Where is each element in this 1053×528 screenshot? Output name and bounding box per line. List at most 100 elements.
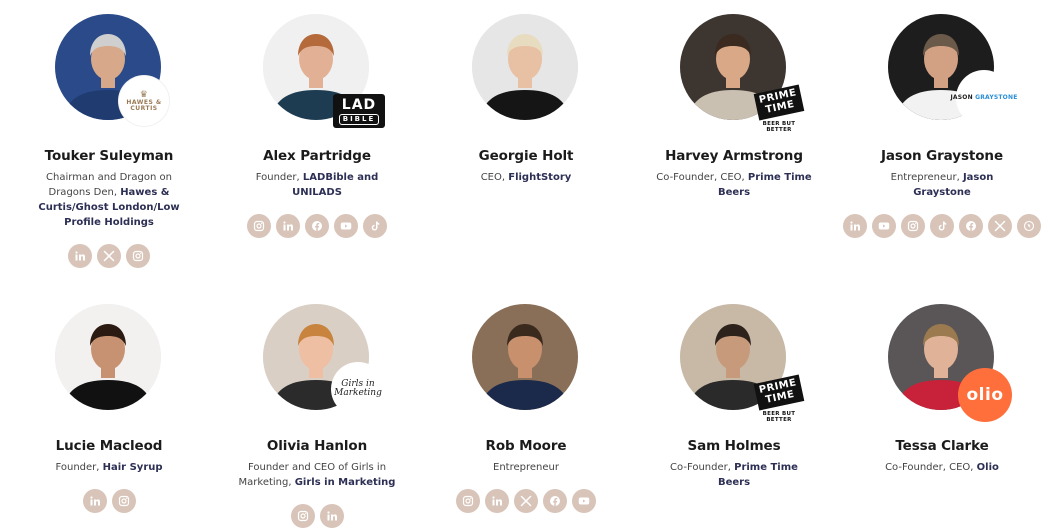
social-links xyxy=(213,214,421,238)
youtube-icon xyxy=(878,220,890,232)
facebook-icon xyxy=(549,495,561,507)
instagram-link[interactable] xyxy=(456,489,480,513)
youtube-icon xyxy=(340,220,352,232)
facebook-icon xyxy=(965,220,977,232)
role-text: Co-Founder, CEO, xyxy=(656,172,748,183)
speaker-role: Chairman and Dragon on Dragons Den, Hawe… xyxy=(29,170,189,230)
olio-logo: olio xyxy=(958,368,1012,422)
company-name: LADBible and UNILADS xyxy=(292,172,379,198)
instagram-icon xyxy=(253,220,265,232)
youtube-link[interactable] xyxy=(572,489,596,513)
speaker-role: Entrepreneur, Jason Graystone xyxy=(862,170,1022,200)
speaker-name: Lucie Macleod xyxy=(55,438,163,454)
x-icon xyxy=(103,250,115,262)
youtube-icon xyxy=(578,495,590,507)
instagram-icon xyxy=(118,495,130,507)
girls-in-marketing-logo: Girls in Marketing xyxy=(331,362,385,416)
linkedin-icon xyxy=(849,220,861,232)
linkedin-link[interactable] xyxy=(319,504,344,528)
speaker-card: Georgie Holt CEO, FlightStory xyxy=(422,14,630,185)
role-text: CEO, xyxy=(480,172,509,183)
avatar: ♛ HAWES & CURTIS xyxy=(55,14,169,126)
social-links xyxy=(838,214,1046,238)
linkedin-link[interactable] xyxy=(843,214,867,238)
website-link[interactable] xyxy=(1017,214,1041,238)
role-text: Founder, xyxy=(255,172,303,183)
speaker-card: PRIME TIME BEER BUT BETTER Sam Holmes Co-F… xyxy=(630,304,838,490)
avatar: LAD BIBLE xyxy=(263,14,385,128)
avatar: Girls in Marketing xyxy=(263,304,385,416)
instagram-link[interactable] xyxy=(901,214,925,238)
role-text: Co-Founder, CEO, xyxy=(885,462,977,473)
linkedin-link[interactable] xyxy=(82,489,107,513)
x-icon xyxy=(520,495,532,507)
linkedin-icon xyxy=(491,495,503,507)
x-link[interactable] xyxy=(988,214,1012,238)
instagram-link[interactable] xyxy=(111,489,136,513)
portrait-photo xyxy=(472,304,578,410)
speaker-card: Girls in Marketing Olivia Hanlon Founder … xyxy=(213,304,421,528)
website-icon xyxy=(1023,220,1035,232)
ladbible-logo: LAD BIBLE xyxy=(333,94,385,128)
linkedin-link[interactable] xyxy=(276,214,300,238)
speaker-role: Founder, LADBible and UNILADS xyxy=(237,170,397,200)
linkedin-icon xyxy=(282,220,294,232)
instagram-link[interactable] xyxy=(126,244,150,268)
linkedin-link[interactable] xyxy=(68,244,92,268)
speaker-card: LAD BIBLE Alex Partridge Founder, LADBibl… xyxy=(213,14,421,238)
linkedin-link[interactable] xyxy=(485,489,509,513)
role-text: Entrepreneur, xyxy=(890,172,963,183)
role-text: Co-Founder, xyxy=(670,462,735,473)
instagram-icon xyxy=(132,250,144,262)
speaker-name: Alex Partridge xyxy=(263,148,371,164)
avatar: JASON GRAYSTONE xyxy=(888,14,1017,126)
speaker-role: CEO, FlightStory xyxy=(446,170,606,185)
instagram-icon xyxy=(907,220,919,232)
instagram-link[interactable] xyxy=(247,214,271,238)
avatar xyxy=(472,14,580,122)
linkedin-icon xyxy=(74,250,86,262)
speaker-card: PRIME TIME BEER BUT BETTER Harvey Armstron… xyxy=(630,14,838,200)
speaker-role: Co-Founder, CEO, Prime Time Beers xyxy=(654,170,814,200)
speaker-name: Olivia Hanlon xyxy=(266,438,368,454)
prime-time-logo: PRIME TIME BEER BUT BETTER xyxy=(750,374,808,426)
speaker-card: Lucie Macleod Founder, Hair Syrup xyxy=(5,304,213,513)
facebook-link[interactable] xyxy=(959,214,983,238)
facebook-link[interactable] xyxy=(543,489,567,513)
social-links xyxy=(5,489,213,513)
speaker-name: Rob Moore xyxy=(485,438,567,454)
x-link[interactable] xyxy=(514,489,538,513)
tiktok-link[interactable] xyxy=(363,214,387,238)
avatar xyxy=(55,304,163,412)
facebook-icon xyxy=(311,220,323,232)
speaker-card: JASON GRAYSTONE Jason Graystone Entrepre… xyxy=(838,14,1046,238)
speaker-name: Georgie Holt xyxy=(478,148,574,164)
company-logo: ♛ HAWES & CURTIS xyxy=(119,76,169,126)
speaker-role: Entrepreneur xyxy=(446,460,606,475)
company-name: Olio xyxy=(976,462,999,473)
instagram-icon xyxy=(462,495,474,507)
speaker-grid: ♛ HAWES & CURTIS Touker Suleyman Chairman… xyxy=(0,0,1053,528)
x-link[interactable] xyxy=(97,244,121,268)
speaker-role: Founder and CEO of Girls in Marketing, G… xyxy=(237,460,397,490)
facebook-link[interactable] xyxy=(305,214,329,238)
x-icon xyxy=(994,220,1006,232)
social-links xyxy=(5,244,213,268)
linkedin-icon xyxy=(89,495,101,507)
youtube-link[interactable] xyxy=(334,214,358,238)
youtube-link[interactable] xyxy=(872,214,896,238)
avatar: PRIME TIME BEER BUT BETTER xyxy=(680,304,805,422)
speaker-role: Co-Founder, Prime Time Beers xyxy=(654,460,814,490)
tiktok-link[interactable] xyxy=(930,214,954,238)
speaker-card: olio Tessa Clarke Co-Founder, CEO, Olio xyxy=(838,304,1046,475)
tiktok-icon xyxy=(936,220,948,232)
speaker-name: Harvey Armstrong xyxy=(665,148,803,164)
speaker-name: Sam Holmes xyxy=(687,438,781,454)
role-text: Entrepreneur xyxy=(493,462,559,473)
linkedin-icon xyxy=(326,510,338,522)
speaker-name: Jason Graystone xyxy=(880,148,1004,164)
portrait-photo xyxy=(472,14,578,120)
prime-time-logo: PRIME TIME BEER BUT BETTER xyxy=(750,84,808,136)
instagram-link[interactable] xyxy=(290,504,315,528)
speaker-card: ♛ HAWES & CURTIS Touker Suleyman Chairman… xyxy=(5,14,213,268)
